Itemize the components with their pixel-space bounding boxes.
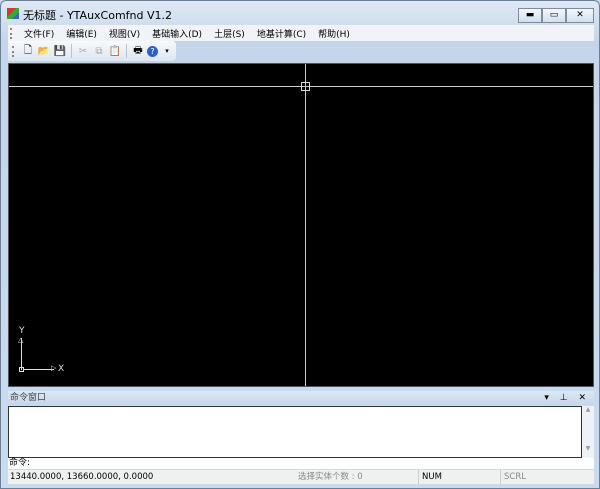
command-scrollbar[interactable]: ▲ ▼ bbox=[582, 406, 594, 458]
close-button[interactable]: ✕ bbox=[566, 8, 594, 23]
toolbar-grip[interactable] bbox=[12, 45, 16, 57]
crosshair-vertical bbox=[305, 64, 306, 386]
copy-icon[interactable]: ⧉ bbox=[92, 44, 106, 58]
print-icon[interactable]: 🖶 bbox=[131, 44, 145, 58]
toolbar-separator bbox=[126, 44, 127, 58]
pickbox bbox=[301, 82, 310, 91]
new-icon[interactable]: 🗋 bbox=[21, 44, 35, 58]
drawing-canvas[interactable]: Y △ ▷ X bbox=[8, 63, 594, 387]
ucs-icon: Y △ ▷ X bbox=[18, 326, 65, 374]
window-title: 无标题 - YTAuxComfnd V1.2 bbox=[23, 9, 173, 22]
command-input[interactable]: 命令: bbox=[8, 458, 594, 469]
status-scrl: SCRL bbox=[500, 470, 526, 484]
maximize-button[interactable]: ▭ bbox=[542, 8, 566, 23]
menu-view[interactable]: 视图(V) bbox=[103, 27, 146, 40]
command-prompt: 命令: bbox=[9, 458, 31, 468]
menu-help[interactable]: 帮助(H) bbox=[312, 27, 356, 40]
help-icon[interactable]: ? bbox=[147, 45, 158, 57]
minimize-button[interactable]: ▬ bbox=[518, 8, 542, 23]
command-window-title: 命令窗口 bbox=[10, 393, 47, 403]
menu-soil-layer[interactable]: 土层(S) bbox=[208, 27, 251, 40]
menu-bar: 文件(F) 编辑(E) 视图(V) 基础输入(D) 土层(S) 地基计算(C) … bbox=[8, 25, 594, 41]
axis-y-label: Y bbox=[19, 326, 25, 336]
status-selection-count: 选择实体个数 : 0 bbox=[298, 472, 363, 482]
app-icon bbox=[7, 8, 19, 19]
toolbar-overflow-icon[interactable]: ▾ bbox=[160, 44, 174, 58]
save-icon[interactable]: 💾 bbox=[53, 44, 67, 58]
toolbar: 🗋 📂 💾 ✂ ⧉ 📋 🖶 ? ▾ bbox=[8, 41, 176, 61]
command-window-buttons[interactable]: ▾ ⊥ ✕ bbox=[544, 391, 590, 405]
menu-basic-input[interactable]: 基础输入(D) bbox=[146, 27, 208, 40]
axis-x-label: X bbox=[58, 364, 65, 374]
status-coords: 13440.0000, 13660.0000, 0.0000 bbox=[10, 472, 154, 482]
menu-edit[interactable]: 编辑(E) bbox=[60, 27, 103, 40]
menu-file[interactable]: 文件(F) bbox=[18, 27, 60, 40]
menu-foundation-calc[interactable]: 地基计算(C) bbox=[251, 27, 312, 40]
app-window: 无标题 - YTAuxComfnd V1.2 ▬ ▭ ✕ 文件(F) 编辑(E)… bbox=[0, 0, 600, 489]
command-history[interactable] bbox=[8, 406, 582, 458]
paste-icon[interactable]: 📋 bbox=[108, 44, 122, 58]
cut-icon[interactable]: ✂ bbox=[76, 44, 90, 58]
status-bar: 13440.0000, 13660.0000, 0.0000 选择实体个数 : … bbox=[8, 470, 594, 484]
toolbar-separator bbox=[71, 44, 72, 58]
command-window-header: 命令窗口 ▾ ⊥ ✕ bbox=[8, 391, 594, 405]
status-num: NUM bbox=[418, 470, 496, 484]
open-icon[interactable]: 📂 bbox=[37, 44, 51, 58]
menu-grip[interactable] bbox=[10, 27, 14, 39]
